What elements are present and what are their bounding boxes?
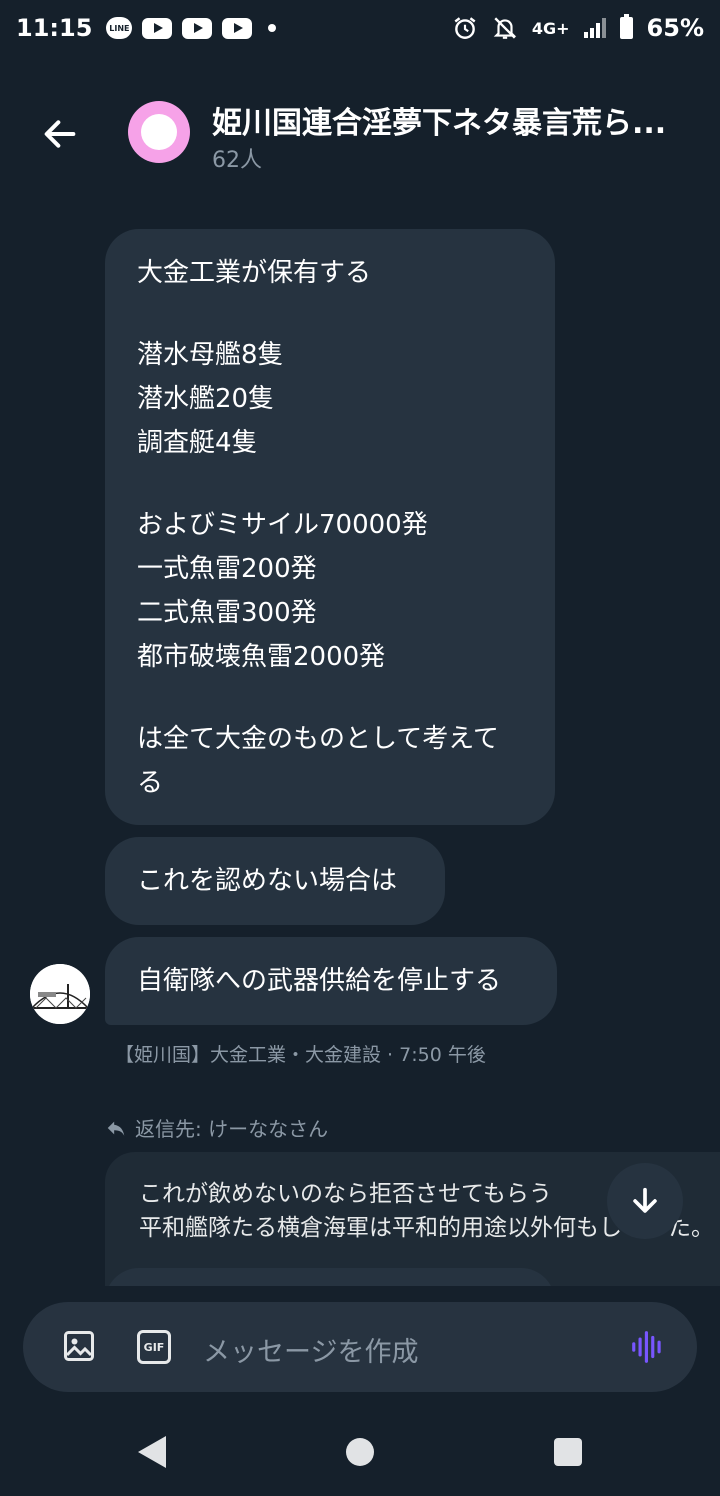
message-composer: GIF メッセージを作成 — [23, 1302, 697, 1392]
message-line: 大金工業が保有する — [137, 258, 372, 288]
signal-icon — [583, 18, 606, 38]
group-avatar[interactable] — [128, 101, 190, 163]
alarm-icon — [454, 17, 476, 39]
message-line: およびミサイル70000発 — [137, 510, 428, 540]
conversation-title[interactable]: 姫川国連合淫夢下ネタ暴言荒ら... — [212, 98, 682, 142]
nav-recent-apps-icon[interactable] — [554, 1438, 582, 1466]
member-count: 62人 — [212, 148, 262, 173]
arrow-down-icon — [633, 1187, 657, 1213]
message-line: 二式魚雷300発 — [137, 598, 317, 628]
image-icon[interactable] — [61, 1328, 97, 1364]
network-type: 4G+ — [531, 18, 570, 38]
battery-icon — [619, 14, 633, 39]
line-icon: LINE — [106, 17, 133, 39]
reply-arrow-icon — [107, 1121, 125, 1136]
bridge-logo-icon — [30, 964, 90, 1024]
message-line: 調査艇4隻 — [137, 428, 258, 458]
message-line: は全て大金のものとして考えて — [137, 724, 499, 754]
message-bubble[interactable]: これを認めない場合は — [105, 837, 445, 925]
status-time: 11:15 — [16, 14, 93, 42]
nav-home-icon[interactable] — [346, 1438, 374, 1466]
nav-back-icon[interactable] — [138, 1436, 166, 1468]
sender-avatar[interactable] — [30, 964, 90, 1024]
dot-icon — [268, 24, 277, 32]
system-nav-bar — [0, 1412, 720, 1496]
message-line: 都市破壊魚雷2000発 — [137, 642, 386, 672]
mute-icon — [493, 17, 517, 39]
message-text: 自衛隊への武器供給を停止する — [137, 966, 502, 996]
voice-message-icon[interactable] — [629, 1328, 667, 1366]
message-bubble[interactable]: 自衛隊への武器供給を停止する — [105, 937, 557, 1025]
message-text: これを認めない場合は — [137, 866, 398, 896]
reply-to-label: 返信先: けーななさん — [135, 1117, 329, 1141]
message-line: 潜水母艦8隻 — [137, 340, 284, 370]
message-line: る — [137, 768, 164, 798]
status-bar: 11:15 LINE 4G+ 65% — [0, 0, 720, 56]
message-bubble[interactable]: 大金工業が保有する 潜水母艦8隻 潜水艦20隻 調査艇4隻 およびミサイル700… — [105, 229, 555, 825]
sender-meta: 【姫川国】大金工業・大金建設 · 7:50 午後 — [115, 1044, 486, 1066]
youtube-icon — [142, 17, 173, 39]
back-arrow-icon[interactable] — [40, 114, 80, 154]
youtube-icon — [182, 17, 213, 39]
message-line — [137, 465, 523, 503]
scroll-to-bottom-button[interactable] — [607, 1163, 683, 1239]
message-line: 潜水艦20隻 — [137, 384, 275, 414]
gif-icon[interactable]: GIF — [137, 1330, 171, 1364]
reply-indicator: 返信先: けーななさん — [105, 1113, 328, 1142]
message-input[interactable]: メッセージを作成 — [203, 1330, 418, 1369]
message-line — [137, 679, 523, 717]
youtube-icon — [222, 17, 253, 39]
message-line — [137, 295, 523, 333]
conversation-header: 姫川国連合淫夢下ネタ暴言荒ら... 62人 — [0, 80, 720, 190]
message-line: 一式魚雷200発 — [137, 554, 317, 584]
battery-level: 65% — [646, 14, 704, 42]
